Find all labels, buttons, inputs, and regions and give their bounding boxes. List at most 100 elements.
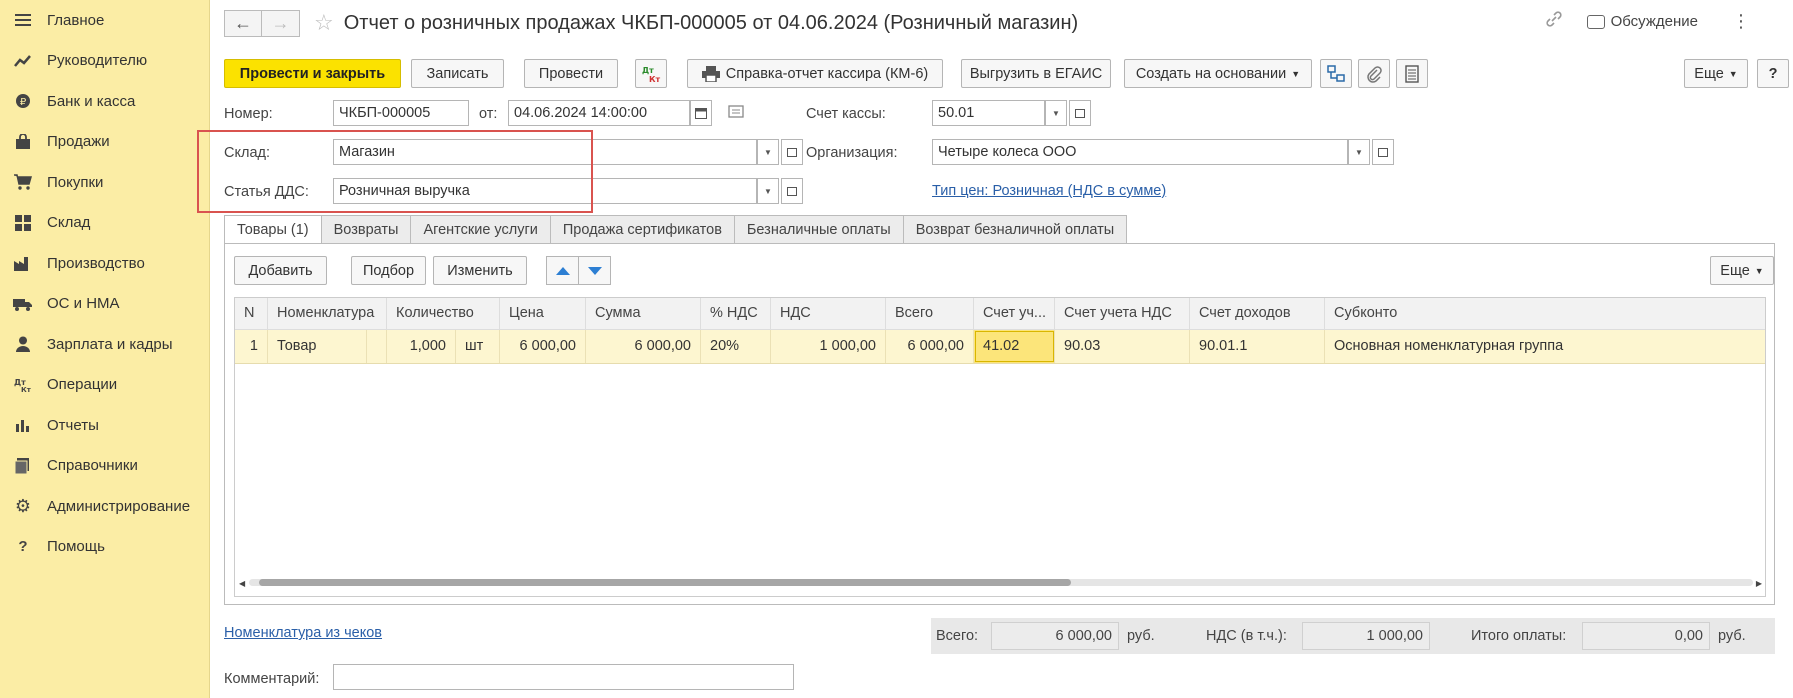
create-based-on-button[interactable]: Создать на основании ▼ [1124, 59, 1312, 88]
menu-icon [12, 10, 34, 30]
column-header-n[interactable]: N [235, 298, 268, 329]
sidebar-item-sales[interactable]: Продажи [0, 122, 209, 163]
cell-price[interactable]: 6 000,00 [500, 330, 586, 363]
sidebar-item-help[interactable]: ? Помощь [0, 527, 209, 568]
calendar-button[interactable] [690, 100, 712, 126]
column-header-income-account[interactable]: Счет доходов [1190, 298, 1325, 329]
move-down-button[interactable] [578, 256, 611, 285]
cell-unit[interactable]: шт [456, 330, 500, 363]
cell-qty[interactable]: 1,000 [387, 330, 456, 363]
price-type-link[interactable]: Тип цен: Розничная (НДС в сумме) [932, 183, 1166, 199]
sidebar-item-bank[interactable]: ₽ Банк и касса [0, 81, 209, 122]
cell-vat-rate[interactable]: 20% [701, 330, 771, 363]
sidebar-item-label: Продажи [47, 133, 110, 151]
move-up-button[interactable] [546, 256, 579, 285]
scroll-left-icon[interactable]: ◀ [239, 579, 245, 588]
pick-button[interactable]: Подбор [351, 256, 426, 285]
structure-button[interactable] [1320, 59, 1352, 88]
column-header-subconto[interactable]: Субконто [1325, 298, 1767, 329]
sidebar-item-admin[interactable]: ⚙ Администрирование [0, 486, 209, 527]
sidebar-item-production[interactable]: Производство [0, 243, 209, 284]
cell-total[interactable]: 6 000,00 [886, 330, 974, 363]
help-button[interactable]: ? [1757, 59, 1789, 88]
cart-icon [12, 172, 34, 192]
change-button[interactable]: Изменить [433, 256, 527, 285]
column-header-vat-rate[interactable]: % НДС [701, 298, 771, 329]
comment-history-icon[interactable] [728, 105, 746, 122]
date-input[interactable]: 04.06.2024 14:00:00 [508, 100, 690, 126]
cell-n[interactable]: 1 [235, 330, 268, 363]
column-header-account[interactable]: Счет уч... [974, 298, 1055, 329]
cash-account-dropdown[interactable]: ▼ [1045, 100, 1067, 126]
sidebar-item-salary[interactable]: Зарплата и кадры [0, 324, 209, 365]
cashier-report-button[interactable]: Справка-отчет кассира (КМ-6) [687, 59, 943, 88]
dt-kt-icon: ДтКт [642, 66, 661, 84]
cell-item[interactable]: Товар [268, 330, 367, 363]
link-icon[interactable] [1545, 10, 1563, 33]
post-button[interactable]: Провести [524, 59, 618, 88]
organization-dropdown[interactable]: ▼ [1348, 139, 1370, 165]
dds-article-open-button[interactable] [781, 178, 803, 204]
scrollbar-thumb[interactable] [259, 579, 1071, 586]
sidebar-item-purchases[interactable]: Покупки [0, 162, 209, 203]
sidebar-item-reports[interactable]: Отчеты [0, 405, 209, 446]
save-button[interactable]: Записать [411, 59, 504, 88]
organization-open-button[interactable] [1372, 139, 1394, 165]
favorite-star-icon[interactable]: ☆ [314, 10, 334, 36]
cell-account[interactable]: 41.02 [974, 330, 1055, 363]
cell-income-account[interactable]: 90.01.1 [1190, 330, 1325, 363]
tab-certificate-sales[interactable]: Продажа сертификатов [550, 215, 735, 244]
warehouse-open-button[interactable] [781, 139, 803, 165]
cell-item-extra[interactable] [367, 330, 387, 363]
cell-subconto[interactable]: Основная номенклатурная группа [1325, 330, 1767, 363]
column-header-qty[interactable]: Количество [387, 298, 500, 329]
more-button[interactable]: Еще ▼ [1684, 59, 1748, 88]
sidebar-item-label: Отчеты [47, 416, 99, 434]
scroll-right-icon[interactable]: ▶ [1756, 579, 1762, 588]
cell-vat[interactable]: 1 000,00 [771, 330, 886, 363]
table-more-button[interactable]: Еще ▼ [1710, 256, 1774, 285]
sidebar-item-directories[interactable]: Справочники [0, 446, 209, 487]
back-button[interactable]: ← [224, 9, 262, 37]
discussion-button[interactable]: Обсуждение [1586, 13, 1698, 30]
boxes-icon [12, 213, 34, 233]
sidebar-item-fixed-assets[interactable]: ОС и НМА [0, 284, 209, 325]
column-header-vat[interactable]: НДС [771, 298, 886, 329]
sidebar-item-operations[interactable]: Дт Кт Операции [0, 365, 209, 406]
table-row[interactable]: 1 Товар 1,000 шт 6 000,00 6 000,00 20% 1… [235, 330, 1765, 364]
tab-cashless-refund[interactable]: Возврат безналичной оплаты [903, 215, 1128, 244]
organization-input[interactable]: Четыре колеса ООО [932, 139, 1348, 165]
column-header-price[interactable]: Цена [500, 298, 586, 329]
warehouse-dropdown[interactable]: ▼ [757, 139, 779, 165]
cash-account-open-button[interactable] [1069, 100, 1091, 126]
comment-input[interactable] [333, 664, 794, 690]
egais-export-button[interactable]: Выгрузить в ЕГАИС [961, 59, 1111, 88]
dt-kt-button[interactable]: Дт Кт [635, 59, 667, 88]
post-and-close-button[interactable]: Провести и закрыть [224, 59, 401, 88]
printer-icon [701, 65, 720, 82]
tab-agency-services[interactable]: Агентские услуги [411, 215, 551, 244]
document-list-icon [1405, 64, 1419, 83]
attach-button[interactable] [1358, 59, 1390, 88]
tab-goods[interactable]: Товары (1) [224, 215, 322, 244]
column-header-sum[interactable]: Сумма [586, 298, 701, 329]
cell-vat-account[interactable]: 90.03 [1055, 330, 1190, 363]
column-header-item[interactable]: Номенклатура [268, 298, 387, 329]
sidebar-item-warehouse[interactable]: Склад [0, 203, 209, 244]
add-row-button[interactable]: Добавить [234, 256, 327, 285]
cash-account-input[interactable]: 50.01 [932, 100, 1045, 126]
tab-cashless-payments[interactable]: Безналичные оплаты [734, 215, 904, 244]
sidebar-item-director[interactable]: Руководителю [0, 41, 209, 82]
more-vertical-icon[interactable]: ⋮ [1732, 11, 1751, 32]
sidebar-item-main[interactable]: Главное [0, 0, 209, 41]
cell-sum[interactable]: 6 000,00 [586, 330, 701, 363]
horizontal-scrollbar[interactable] [249, 579, 1753, 586]
forward-button[interactable]: → [262, 9, 300, 37]
column-header-vat-account[interactable]: Счет учета НДС [1055, 298, 1190, 329]
tab-returns[interactable]: Возвраты [321, 215, 412, 244]
dds-article-dropdown[interactable]: ▼ [757, 178, 779, 204]
receipt-items-link[interactable]: Номенклатура из чеков [224, 625, 382, 641]
report-button[interactable] [1396, 59, 1428, 88]
column-header-total[interactable]: Всего [886, 298, 974, 329]
number-input[interactable]: ЧКБП-000005 [333, 100, 469, 126]
